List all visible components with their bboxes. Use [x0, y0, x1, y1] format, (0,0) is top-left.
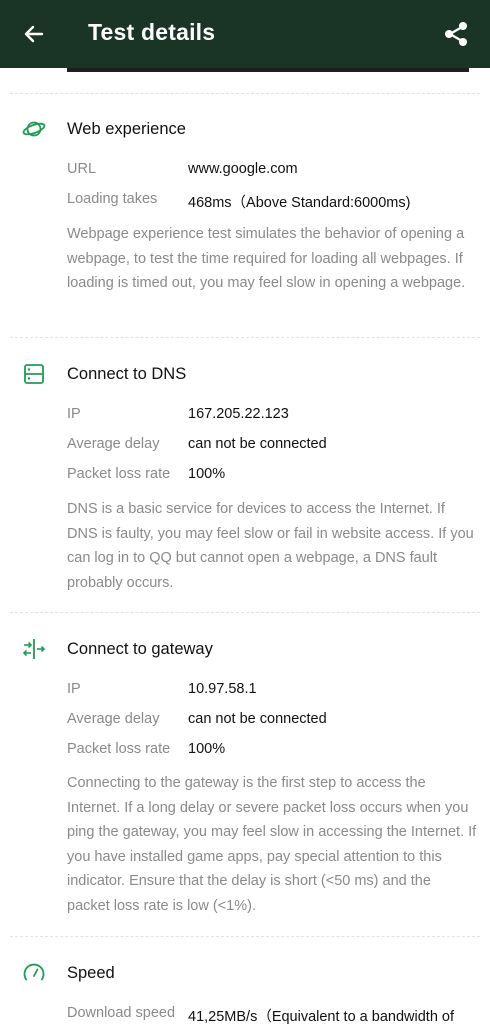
divider	[10, 93, 480, 94]
section-title-speed: Speed	[67, 964, 115, 982]
gateway-icon	[22, 639, 46, 659]
speedometer-icon	[23, 963, 45, 981]
row-label-average-delay: Average delay	[67, 436, 160, 452]
planet-icon	[22, 121, 46, 137]
row-value-url: www.google.com	[188, 161, 298, 177]
app-bar: Test details	[0, 0, 490, 68]
divider	[10, 337, 480, 338]
back-button[interactable]	[18, 18, 50, 50]
row-label-download-speed: Download speed	[67, 1005, 176, 1021]
row-label-average-delay: Average delay	[67, 711, 160, 727]
page-title: Test details	[88, 19, 216, 45]
web-description: Webpage experience test simulates the be…	[67, 226, 466, 291]
section-title-gateway: Connect to gateway	[67, 640, 213, 658]
row-value-average-delay: can not be connected	[188, 436, 327, 452]
share-button[interactable]	[440, 18, 472, 50]
row-label-loading: Loading takes	[67, 191, 158, 207]
gateway-description: Connecting to the gateway is the first s…	[67, 775, 477, 914]
row-label-ip: IP	[67, 406, 81, 422]
row-value-download-speed: 41,25MB/s（Equivalent to a bandwidth of	[188, 1009, 454, 1025]
share-icon	[445, 22, 467, 46]
row-value-ip: 10.97.58.1	[188, 681, 257, 697]
row-value-packet-loss: 100%	[188, 741, 226, 757]
section-title-dns: Connect to DNS	[67, 365, 187, 383]
scroll-indicator	[67, 68, 469, 72]
arrow-left-icon	[24, 25, 44, 43]
divider	[10, 612, 480, 613]
server-icon	[24, 364, 44, 384]
row-value-loading: 468ms（Above Standard:6000ms)	[188, 195, 411, 211]
row-value-packet-loss: 100%	[188, 466, 226, 482]
section-title-web-experience: Web experience	[67, 120, 186, 138]
divider	[10, 936, 480, 937]
dns-description: DNS is a basic service for devices to ac…	[67, 501, 474, 591]
row-label-ip: IP	[67, 681, 81, 697]
row-label-packet-loss: Packet loss rate	[67, 741, 171, 757]
row-label-packet-loss: Packet loss rate	[67, 466, 171, 482]
row-label-url: URL	[67, 161, 97, 177]
row-value-average-delay: can not be connected	[188, 711, 327, 727]
row-value-ip: 167.205.22.123	[188, 406, 289, 422]
